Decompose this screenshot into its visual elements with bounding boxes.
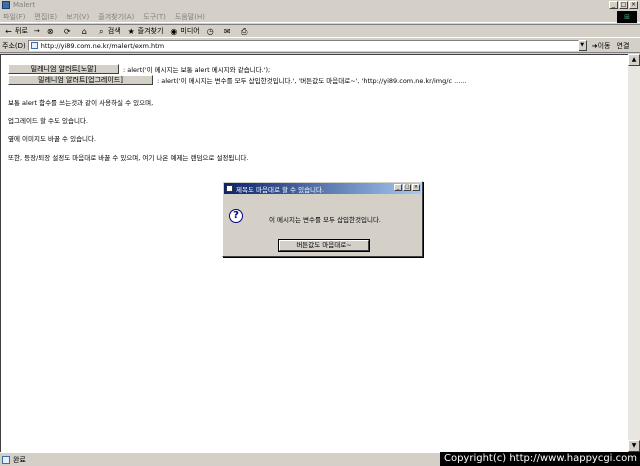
forward-button[interactable]: →: [34, 27, 40, 35]
copyright-watermark: Copyright(c) http://www.happycgi.com: [439, 452, 640, 466]
search-icon: ⌕: [99, 26, 104, 36]
favorites-button[interactable]: ★ 즐겨찾기: [127, 26, 164, 36]
ie-icon: [2, 1, 10, 9]
code-example-normal: : alert('이 메시지는 보통 alert 메시지와 같습니다.');: [123, 66, 271, 74]
windows-logo-icon: ⊞: [617, 11, 637, 23]
window-title: Malert: [13, 1, 36, 9]
media-icon: ◉: [170, 26, 178, 36]
history-icon: ◷: [206, 26, 214, 36]
demo-row-normal: 밀레니엄 알러트[노말] : alert('이 메시지는 보통 alert 메시…: [8, 64, 270, 74]
dialog-minimize-button[interactable]: _: [394, 184, 402, 191]
menu-favorites[interactable]: 즐겨찾기(A): [98, 12, 134, 22]
back-arrow-icon: ←: [5, 26, 12, 36]
print-icon: ⎙: [241, 26, 248, 36]
go-button[interactable]: ➜ 이동: [592, 41, 611, 51]
address-label: 주소(D): [2, 41, 26, 50]
dialog-title: 제목도 마음대로 할 수 있습니다.: [236, 185, 325, 194]
mail-button[interactable]: ✉: [223, 27, 234, 36]
menu-tools[interactable]: 도구(T): [143, 12, 166, 22]
address-url: http://yi89.com.ne.kr/malert/exm.htm: [40, 41, 165, 50]
address-input[interactable]: http://yi89.com.ne.kr/malert/exm.htm: [27, 40, 579, 51]
refresh-icon: ⟳: [63, 26, 71, 36]
toolbar: ← 뒤로 → ⊗ ⟳ ⌂ ⌕ 검색 ★ 즐겨찾기 ◉ 미디어 ◷ ✉ ⎙: [0, 24, 640, 38]
mail-icon: ✉: [223, 26, 231, 36]
print-button[interactable]: ⎙: [240, 27, 251, 36]
demo-row-upgrade: 밀레니엄 알러트[업그레이드] : alert('이 메시지는 변수를 모두 삽…: [8, 75, 467, 85]
minimize-button[interactable]: _: [609, 1, 618, 9]
menu-file[interactable]: 파일(F): [3, 12, 25, 22]
dialog-title-bar: 제목도 마음대로 할 수 있습니다.: [224, 183, 421, 194]
favorites-icon: ★: [127, 26, 135, 36]
menu-help[interactable]: 도움말(H): [175, 12, 205, 22]
stop-button[interactable]: ⊗: [46, 27, 57, 36]
links-button[interactable]: 연결: [617, 41, 630, 51]
scroll-down-arrow-icon[interactable]: ▼: [628, 440, 640, 452]
refresh-button[interactable]: ⟳: [63, 27, 74, 36]
paragraph-2: 업그레이드 할 수도 있습니다.: [8, 117, 89, 125]
dialog-ok-button[interactable]: 버튼값도 마음대로~: [278, 239, 370, 252]
alert-dialog: 제목도 마음대로 할 수 있습니다. _ □ × ? 이 메시지는 변수를 모두…: [222, 181, 423, 257]
search-label: 검색: [107, 27, 121, 35]
go-label: 이동: [597, 41, 611, 50]
scroll-up-arrow-icon[interactable]: ▲: [628, 54, 640, 66]
dialog-close-button[interactable]: ×: [412, 184, 420, 191]
search-button[interactable]: ⌕ 검색: [97, 26, 121, 36]
vertical-scrollbar[interactable]: ▲ ▼: [628, 54, 640, 452]
maximize-button[interactable]: □: [619, 1, 628, 9]
media-button[interactable]: ◉ 미디어: [169, 26, 199, 36]
forward-label: →: [33, 27, 40, 35]
stop-icon: ⊗: [46, 26, 54, 36]
millennium-alert-upgrade-button[interactable]: 밀레니엄 알러트[업그레이드]: [8, 75, 153, 85]
status-text: 완료: [13, 455, 26, 464]
dialog-app-icon: [226, 185, 233, 192]
paragraph-4: 또한, 등장/퇴장 설정도 마음대로 바꿀 수 있으며, 여기 나온 예제는 랜…: [8, 154, 249, 162]
dialog-message: 이 메시지는 변수를 모두 삽입한것입니다.: [269, 216, 381, 224]
home-icon: ⌂: [81, 26, 87, 36]
favorites-label: 즐겨찾기: [137, 27, 164, 35]
question-icon: ?: [229, 209, 243, 223]
paragraph-1: 보통 alert 함수를 쓰는것과 같이 사용하실 수 있으며,: [8, 99, 154, 107]
status-page-icon: [2, 455, 10, 464]
title-bar: Malert _ □ ×: [0, 0, 640, 10]
window-controls: _ □ ×: [609, 1, 638, 9]
history-button[interactable]: ◷: [206, 27, 217, 36]
millennium-alert-normal-button[interactable]: 밀레니엄 알러트[노말]: [8, 64, 119, 74]
address-dropdown-button[interactable]: ▼: [577, 40, 587, 51]
menu-edit[interactable]: 편집(E): [34, 12, 57, 22]
close-button[interactable]: ×: [629, 1, 638, 9]
page-icon: [30, 42, 38, 49]
code-example-upgrade: : alert('이 메시지는 변수를 모두 삽입한것입니다.', '버튼값도 …: [157, 77, 467, 85]
dialog-window-controls: _ □ ×: [394, 184, 420, 191]
dialog-maximize-button[interactable]: □: [403, 184, 411, 191]
home-button[interactable]: ⌂: [80, 27, 91, 36]
media-label: 미디어: [180, 27, 200, 35]
paragraph-3: 옆에 이미지도 바꿀 수 있습니다.: [8, 135, 97, 143]
menu-bar: 파일(F) 편집(E) 보기(V) 즐겨찾기(A) 도구(T) 도움말(H): [0, 11, 640, 23]
address-bar: 주소(D) http://yi89.com.ne.kr/malert/exm.h…: [0, 39, 640, 53]
back-label: 뒤로: [15, 27, 28, 35]
back-button[interactable]: ← 뒤로: [4, 26, 28, 36]
menu-view[interactable]: 보기(V): [66, 12, 89, 22]
